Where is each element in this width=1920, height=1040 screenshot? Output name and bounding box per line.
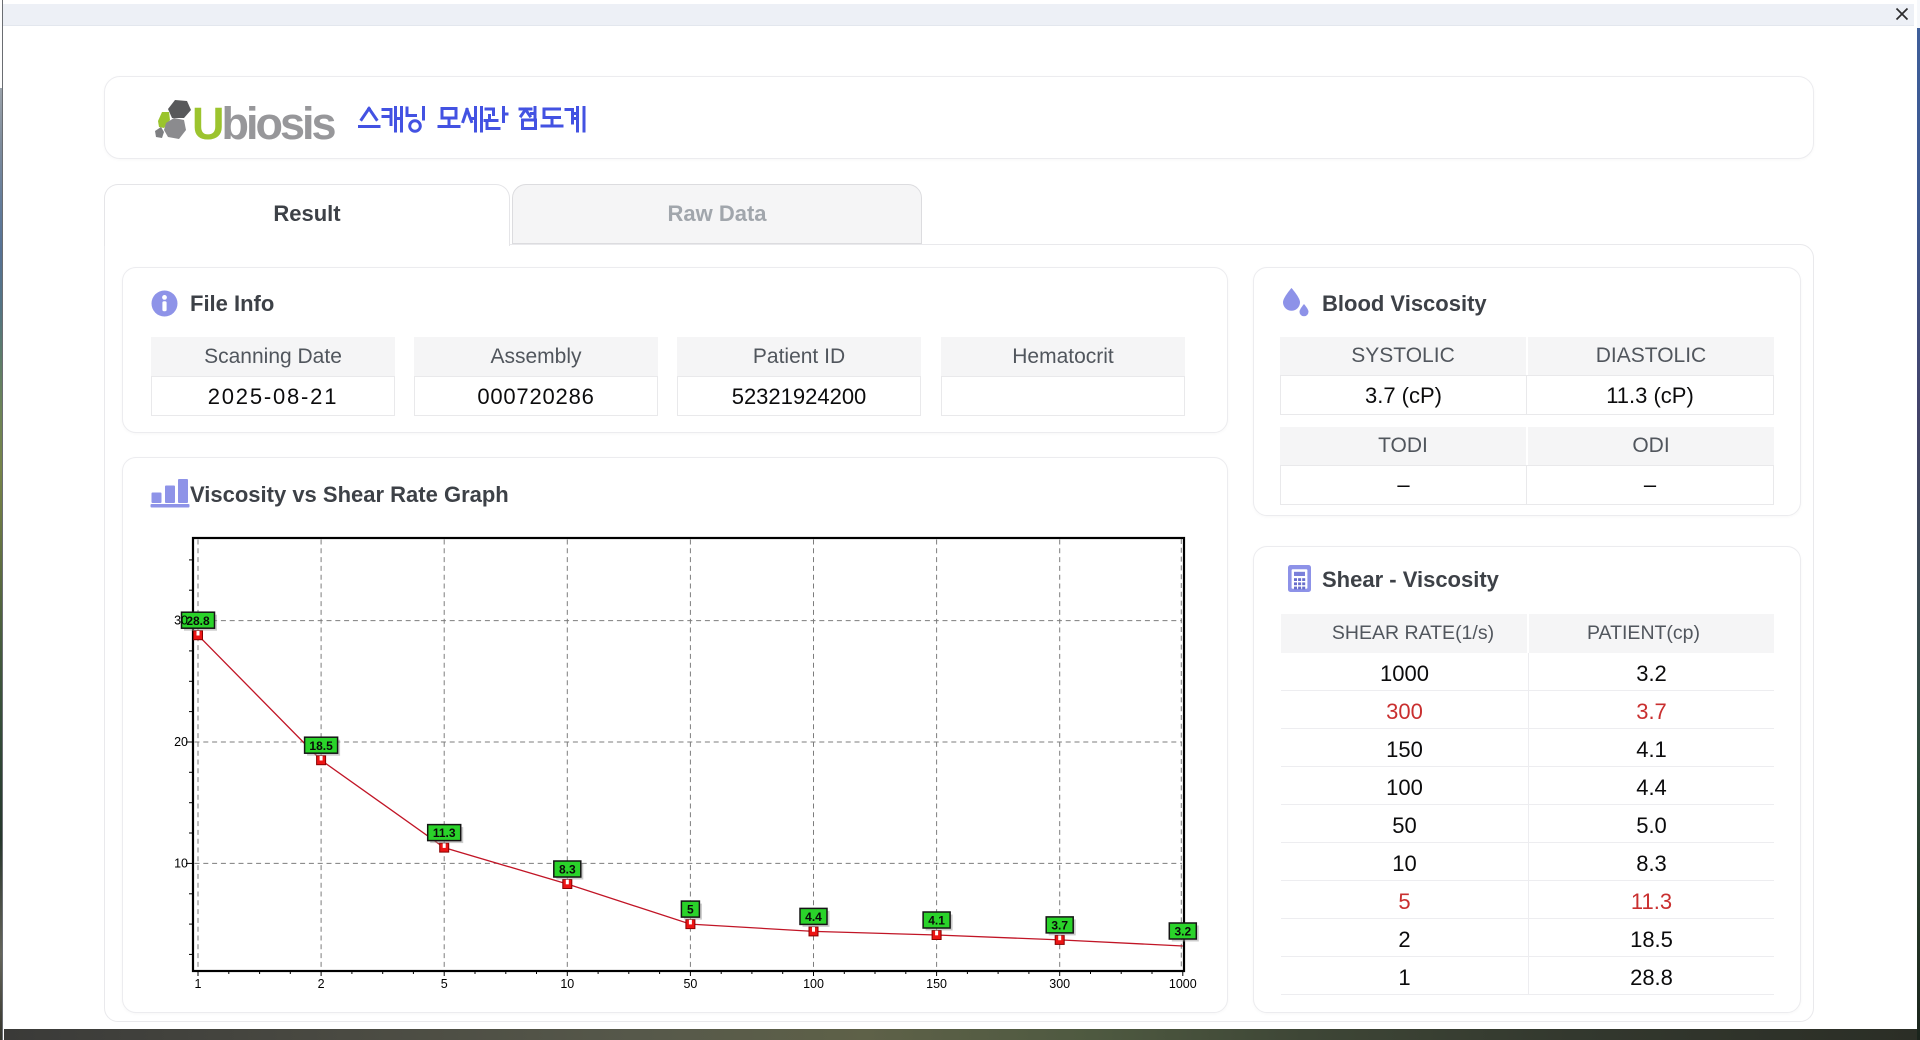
svg-text:3.7: 3.7 [1051,919,1068,933]
svg-text:50: 50 [683,977,697,991]
svg-text:4.4: 4.4 [805,910,822,924]
svg-text:5: 5 [687,903,694,917]
svg-text:10: 10 [560,977,574,991]
svg-text:28.8: 28.8 [186,614,210,628]
svg-text:5: 5 [441,977,448,991]
svg-text:8.3: 8.3 [559,863,576,877]
svg-text:11.3: 11.3 [433,826,456,840]
svg-text:300: 300 [1049,977,1070,991]
svg-text:4.1: 4.1 [928,914,945,928]
svg-text:1: 1 [195,977,202,991]
svg-text:20: 20 [174,735,188,749]
svg-text:10: 10 [174,856,188,870]
svg-text:2: 2 [318,977,325,991]
svg-text:1000: 1000 [1169,977,1197,991]
svg-text:150: 150 [926,977,947,991]
svg-text:30: 30 [174,614,188,628]
svg-text:3.2: 3.2 [1174,925,1191,939]
svg-text:18.5: 18.5 [309,739,333,753]
svg-text:100: 100 [803,977,824,991]
